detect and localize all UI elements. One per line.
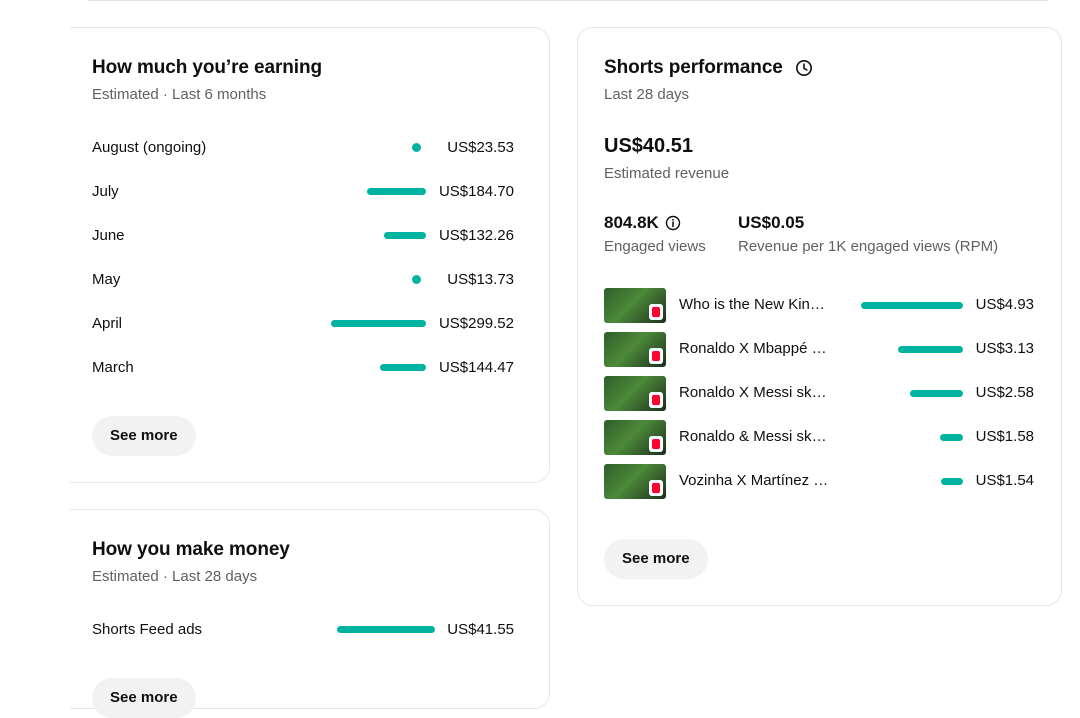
video-revenue-bar [910,390,963,397]
revenue-source-row[interactable]: Shorts Feed ads US$41.55 [92,618,514,642]
revenue-source-value: US$41.55 [447,621,514,638]
video-thumbnail[interactable] [604,376,666,411]
shorts-subtitle: Last 28 days [604,86,690,103]
video-revenue-bar [941,478,963,485]
earnings-value: US$13.73 [447,271,514,288]
video-revenue-bar [940,434,963,441]
shorts-logo-icon [649,436,663,452]
month-label: August (ongoing) [92,139,207,156]
earnings-row[interactable]: July US$184.70 [92,180,514,204]
shorts-performance-card: Shorts performance Last 28 days US$40.51… [577,27,1062,606]
earnings-card: How much you’re earning Estimated · Last… [70,27,550,483]
rpm-value: US$0.05 [738,213,805,232]
earnings-value: US$184.70 [438,183,514,200]
video-title[interactable]: Ronaldo & Messi skills [679,428,829,445]
engaged-views-label: Engaged views [604,238,706,255]
earnings-title: How much you’re earning [92,57,322,78]
shorts-logo-icon [649,480,663,496]
video-thumbnail[interactable] [604,332,666,367]
video-thumbnail[interactable] [604,420,666,455]
clock-icon[interactable] [795,59,813,77]
video-title[interactable]: Ronaldo X Messi skills [679,384,829,401]
video-title[interactable]: Who is the New King of Football? [679,296,829,313]
top-divider [88,0,1048,1]
video-title[interactable]: Vozinha X Martínez saves [679,472,829,489]
video-row[interactable]: Ronaldo X Mbappé skills US$3.13 [604,332,1034,368]
earnings-bar [380,364,426,371]
revenue-sources-title: How you make money [92,539,290,560]
earnings-row[interactable]: March US$144.47 [92,356,514,380]
estimated-revenue-label: Estimated revenue [604,165,730,182]
rpm-label: Revenue per 1K engaged views (RPM) [738,238,999,255]
earnings-see-more-button[interactable]: See more [92,416,196,456]
video-revenue-bar [898,346,963,353]
video-title[interactable]: Ronaldo X Mbappé skills [679,340,829,357]
earnings-dot [412,275,421,284]
earnings-row[interactable]: May US$13.73 [92,268,514,292]
video-thumbnail[interactable] [604,464,666,499]
video-revenue-value: US$4.93 [975,296,1034,313]
shorts-see-more-button[interactable]: See more [604,539,708,579]
video-revenue-value: US$1.58 [975,428,1034,445]
earnings-value: US$144.47 [438,359,514,376]
revenue-source-label: Shorts Feed ads [92,621,203,638]
video-row[interactable]: Who is the New King of Football? US$4.93 [604,288,1034,324]
earnings-bar [331,320,426,327]
shorts-logo-icon [649,348,663,364]
shorts-title: Shorts performance [604,57,783,78]
revenue-sources-subtitle: Estimated · Last 28 days [92,568,258,585]
video-row[interactable]: Ronaldo & Messi skills US$1.58 [604,420,1034,456]
engaged-views-value: 804.8K [604,213,659,232]
month-label: March [92,359,134,376]
video-revenue-value: US$2.58 [975,384,1034,401]
video-thumbnail[interactable] [604,288,666,323]
info-icon[interactable] [665,215,681,231]
earnings-bar [367,188,426,195]
shorts-logo-icon [649,392,663,408]
earnings-row[interactable]: August (ongoing) US$23.53 [92,136,514,160]
revenue-source-bar [337,626,435,633]
earnings-subtitle: Estimated · Last 6 months [92,86,267,103]
shorts-logo-icon [649,304,663,320]
earnings-dot [412,143,421,152]
revenue-sources-see-more-button[interactable]: See more [92,678,196,718]
month-label: July [92,183,119,200]
month-label: May [92,271,121,288]
revenue-sources-card: How you make money Estimated · Last 28 d… [70,509,550,718]
video-revenue-value: US$1.54 [975,472,1034,489]
earnings-bar [384,232,426,239]
month-label: June [92,227,125,244]
video-revenue-value: US$3.13 [975,340,1034,357]
earnings-value: US$132.26 [438,227,514,244]
video-row[interactable]: Ronaldo X Messi skills US$2.58 [604,376,1034,412]
video-revenue-bar [861,302,963,309]
earnings-row[interactable]: April US$299.52 [92,312,514,336]
month-label: April [92,315,123,332]
earnings-value: US$299.52 [438,315,514,332]
earnings-value: US$23.53 [447,139,514,156]
video-row[interactable]: Vozinha X Martínez saves US$1.54 [604,464,1034,500]
earnings-row[interactable]: June US$132.26 [92,224,514,248]
estimated-revenue-value: US$40.51 [604,135,693,157]
